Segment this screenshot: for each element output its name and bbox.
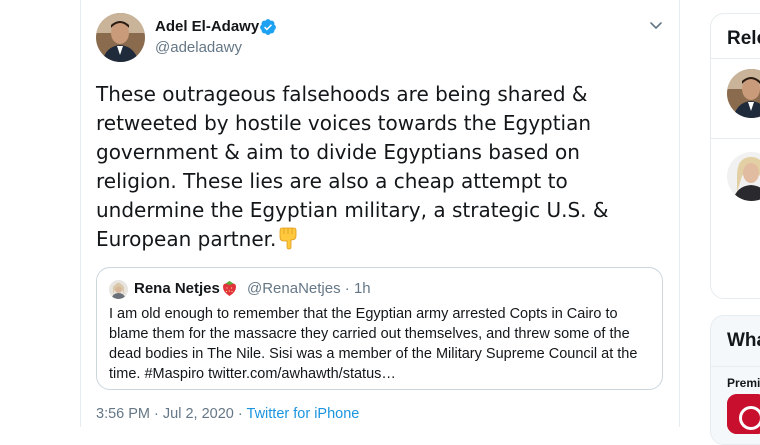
quoted-age: 1h: [353, 280, 371, 297]
quoted-tweet-card[interactable]: Rena Netjes @RenaNetjes · 1h I am old en…: [96, 267, 663, 390]
divider: [711, 366, 760, 367]
quoted-author-handle: @RenaNetjes: [247, 280, 341, 297]
quoted-separator: ·: [344, 280, 350, 297]
quoted-author-meta: @RenaNetjes · 1h: [247, 280, 371, 297]
whats-happening-title: Wha: [727, 330, 760, 351]
divider: [711, 58, 760, 59]
quoted-author-name: Rena Netjes: [134, 280, 220, 297]
quoted-text: I am old enough to remember that the Egy…: [109, 306, 638, 382]
trend-category: Premi: [727, 376, 760, 390]
quoted-author-avatar: [109, 280, 128, 299]
relevant-people-card: Rele: [710, 13, 760, 299]
tweet-time[interactable]: 3:56 PM: [96, 406, 150, 422]
tweet-text-content: These outrageous falsehoods are being sh…: [96, 82, 609, 251]
tweet-source-link[interactable]: Twitter for iPhone: [247, 406, 360, 422]
relevant-person-avatar-1[interactable]: [727, 69, 760, 118]
tweet-text: These outrageous falsehoods are being sh…: [96, 80, 656, 254]
author-name[interactable]: Adel El-Adawy: [155, 18, 259, 35]
trend-thumbnail[interactable]: [727, 394, 760, 434]
relevant-people-title: Rele: [727, 28, 760, 49]
divider: [711, 138, 760, 139]
backhand-index-pointing-down-icon: [279, 227, 297, 250]
tweet-date[interactable]: Jul 2, 2020: [163, 406, 234, 422]
verified-badge-icon: [260, 19, 276, 35]
meta-separator: ·: [154, 406, 159, 422]
strawberry-icon: [223, 281, 236, 296]
tweet-meta: 3:56 PM · Jul 2, 2020 · Twitter for iPho…: [96, 406, 359, 422]
author-handle[interactable]: @adeladawy: [155, 39, 242, 56]
chevron-down-icon[interactable]: [648, 17, 664, 33]
relevant-person-avatar-2[interactable]: [727, 152, 760, 201]
meta-separator-2: ·: [237, 406, 243, 422]
author-avatar[interactable]: [96, 13, 145, 62]
whats-happening-card: Wha Premi: [710, 315, 760, 445]
